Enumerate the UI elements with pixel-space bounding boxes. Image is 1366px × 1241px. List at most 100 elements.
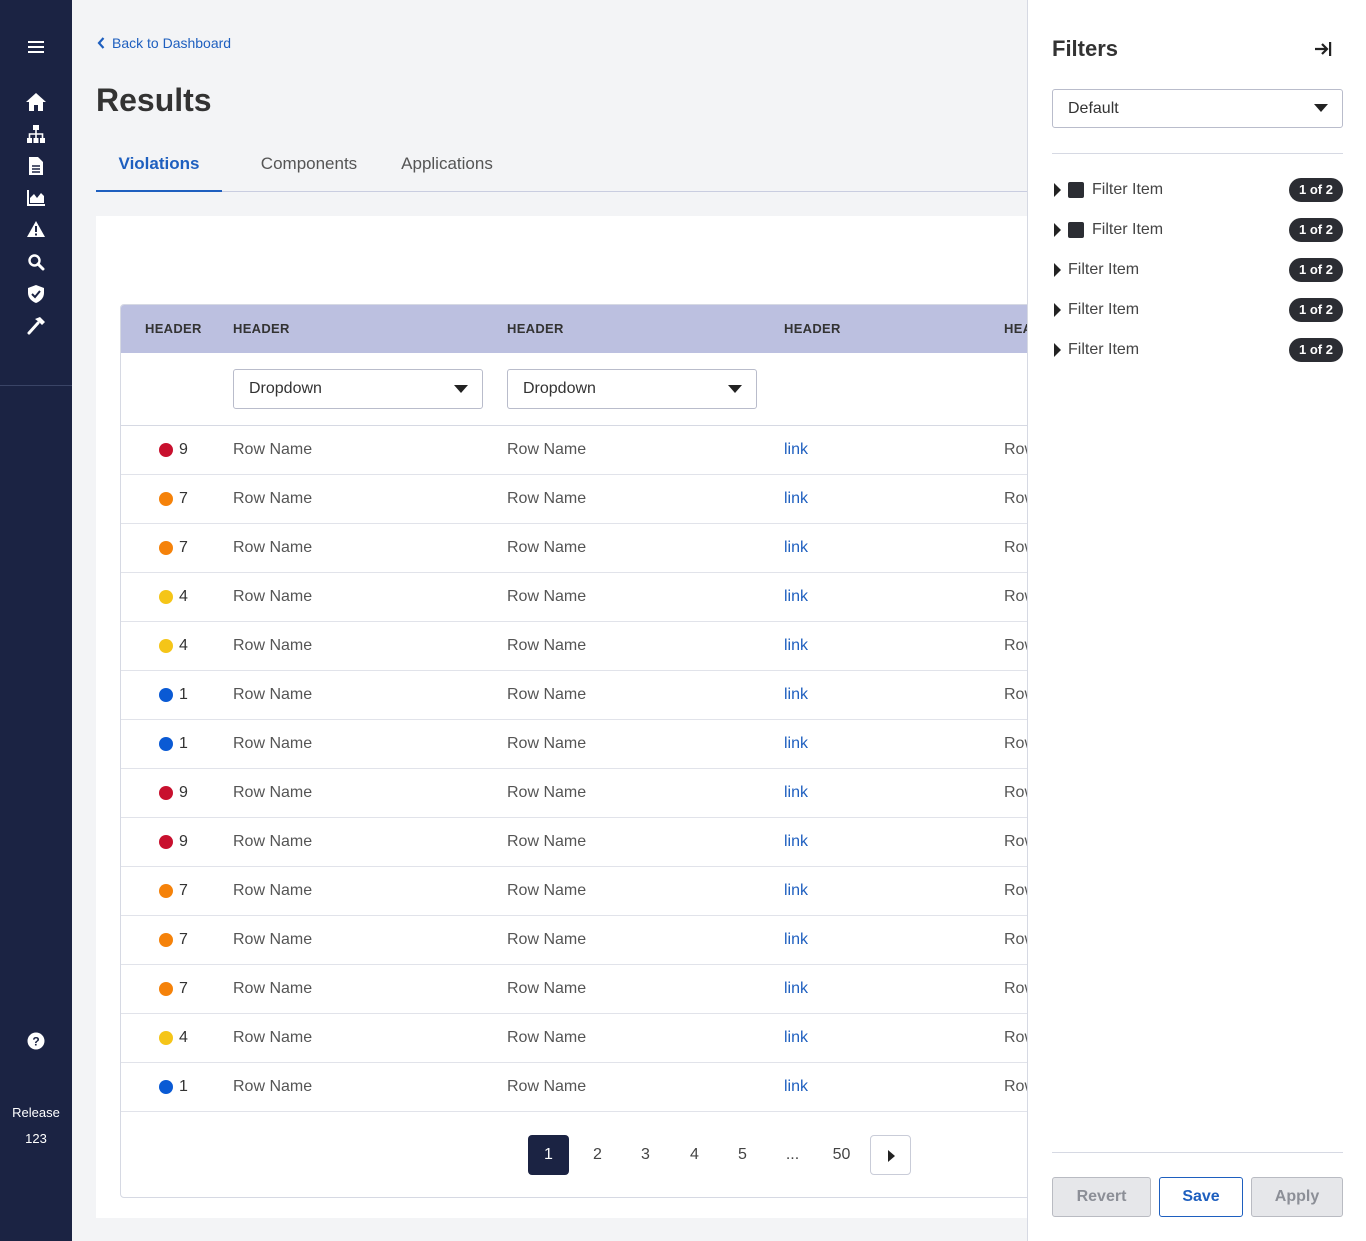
row-link[interactable]: link — [784, 916, 808, 964]
row-link[interactable]: link — [784, 720, 808, 768]
revert-button[interactable]: Revert — [1052, 1177, 1151, 1217]
severity-value: 7 — [179, 980, 188, 997]
shield-icon[interactable] — [24, 282, 48, 306]
next-page-button[interactable] — [870, 1135, 911, 1175]
page-button[interactable]: 4 — [674, 1135, 715, 1175]
table-row: 7Row NameRow NamelinkRow Name — [121, 524, 1035, 573]
filter-item[interactable]: Filter Item 1 of 2 — [1052, 177, 1343, 203]
svg-text:?: ? — [32, 1035, 39, 1049]
page-button[interactable]: 50 — [821, 1135, 862, 1175]
caret-right-icon — [1054, 263, 1061, 277]
row-name-cell: Row Name — [233, 735, 313, 752]
page-button[interactable]: 1 — [528, 1135, 569, 1175]
filter-item[interactable]: Filter Item 1 of 2 — [1052, 257, 1343, 283]
apply-button[interactable]: Apply — [1251, 1177, 1343, 1217]
table-row: 4Row NameRow NamelinkRow Name — [121, 1014, 1035, 1063]
checkbox[interactable] — [1068, 182, 1084, 198]
row-link[interactable]: link — [784, 818, 808, 866]
row-link[interactable]: link — [784, 671, 808, 719]
hamburger-menu-icon[interactable] — [26, 38, 46, 56]
filter-item[interactable]: Filter Item 1 of 2 — [1052, 217, 1343, 243]
row-name-cell: Row Name — [233, 637, 313, 654]
row-name-cell: Row Name — [233, 490, 313, 507]
hammer-icon[interactable] — [24, 314, 48, 338]
severity-dot — [159, 982, 173, 996]
help-icon[interactable]: ? — [24, 1029, 48, 1053]
severity-dot — [159, 884, 173, 898]
table-row: 7Row NameRow NamelinkRow Name — [121, 965, 1035, 1014]
caret-right-icon — [887, 1150, 895, 1162]
severity-value: 7 — [179, 931, 188, 948]
sidebar: ? Release 123 — [0, 0, 72, 1241]
filter-item-label: Filter Item — [1068, 341, 1140, 358]
tab-violations[interactable]: Violations — [96, 140, 222, 192]
dropdown-value: Dropdown — [249, 380, 322, 397]
caret-down-icon — [728, 385, 742, 393]
back-to-dashboard-link[interactable]: Back to Dashboard — [96, 32, 231, 54]
sitemap-icon[interactable] — [24, 122, 48, 146]
file-icon[interactable] — [24, 154, 48, 178]
page-button[interactable]: 2 — [577, 1135, 618, 1175]
filter-count-badge: 1 of 2 — [1289, 298, 1343, 322]
filter-count-badge: 1 of 2 — [1289, 218, 1343, 242]
row-name-cell: Row Name — [507, 686, 587, 703]
severity-value: 9 — [179, 833, 188, 850]
row-name-cell: Row Name — [233, 833, 313, 850]
caret-down-icon — [1314, 104, 1328, 112]
column-filter-dropdown[interactable]: Dropdown — [507, 369, 757, 409]
filter-item[interactable]: Filter Item 1 of 2 — [1052, 297, 1343, 323]
caret-right-icon — [1054, 343, 1061, 357]
column-header[interactable]: HEADER — [784, 305, 841, 353]
row-name-cell: Row Name — [233, 931, 313, 948]
save-button[interactable]: Save — [1159, 1177, 1243, 1217]
row-link[interactable]: link — [784, 426, 808, 474]
row-link[interactable]: link — [784, 622, 808, 670]
tab-applications[interactable]: Applications — [390, 140, 504, 192]
table-row: 1Row NameRow NamelinkRow Name — [121, 1063, 1035, 1112]
row-link[interactable]: link — [784, 475, 808, 523]
release-number: 123 — [25, 1131, 47, 1146]
caret-right-icon — [1054, 223, 1061, 237]
page-button[interactable]: 3 — [625, 1135, 666, 1175]
row-link[interactable]: link — [784, 867, 808, 915]
home-icon[interactable] — [24, 90, 48, 114]
table-row: 9Row NameRow NamelinkRow Name — [121, 426, 1035, 475]
row-name-cell: Row Name — [233, 980, 313, 997]
page-ellipsis: ... — [785, 1146, 800, 1163]
column-header[interactable]: HEADER — [145, 305, 202, 353]
table-row: 1Row NameRow NamelinkRow Name — [121, 720, 1035, 769]
warning-icon[interactable] — [24, 217, 48, 241]
row-name-cell: Row Name — [507, 931, 587, 948]
severity-value: 4 — [179, 1029, 188, 1046]
column-header[interactable]: HEADER — [233, 305, 290, 353]
panel-footer-divider — [1052, 1152, 1343, 1153]
checkbox[interactable] — [1068, 222, 1084, 238]
chart-icon[interactable] — [24, 186, 48, 210]
column-filter-dropdown[interactable]: Dropdown — [233, 369, 483, 409]
row-name-cell: Row Name — [233, 686, 313, 703]
row-link[interactable]: link — [784, 965, 808, 1013]
severity-dot — [159, 737, 173, 751]
search-icon[interactable] — [24, 250, 48, 274]
filter-item[interactable]: Filter Item 1 of 2 — [1052, 337, 1343, 363]
row-link[interactable]: link — [784, 769, 808, 817]
results-table: HEADER HEADER HEADER HEADER HEADER Dropd… — [120, 304, 1036, 1198]
table-row: 7Row NameRow NamelinkRow Name — [121, 475, 1035, 524]
tab-bar: Violations Components Applications — [96, 140, 1036, 192]
filters-panel: Filters Default Filter Item 1 of 2 Filte… — [1027, 0, 1366, 1241]
row-name-cell: Row Name — [233, 441, 313, 458]
page-button[interactable]: 5 — [722, 1135, 763, 1175]
row-name-cell: Row Name — [507, 1078, 587, 1095]
row-link[interactable]: link — [784, 1014, 808, 1062]
tab-components[interactable]: Components — [246, 140, 372, 192]
row-name-cell: Row Name — [507, 441, 587, 458]
severity-dot — [159, 1031, 173, 1045]
column-header[interactable]: HEADER — [507, 305, 564, 353]
release-label: Release — [12, 1105, 60, 1120]
row-link[interactable]: link — [784, 524, 808, 572]
severity-dot — [159, 688, 173, 702]
row-link[interactable]: link — [784, 573, 808, 621]
filter-preset-select[interactable]: Default — [1052, 89, 1343, 128]
collapse-panel-icon[interactable] — [1312, 38, 1334, 60]
row-link[interactable]: link — [784, 1063, 808, 1111]
